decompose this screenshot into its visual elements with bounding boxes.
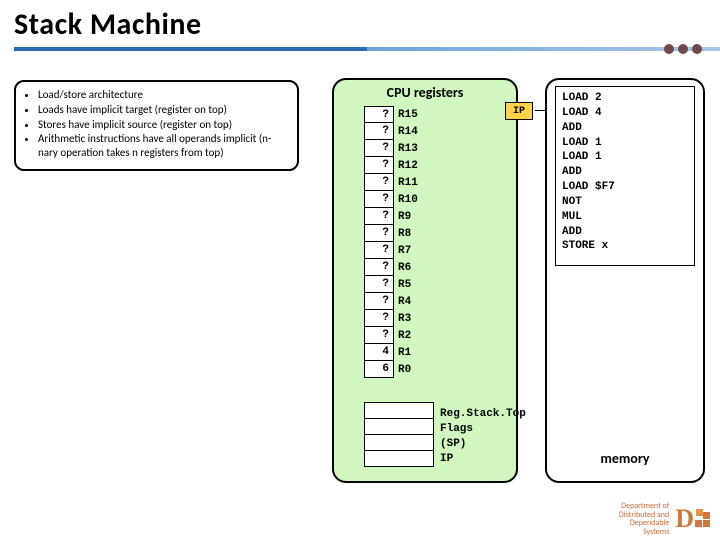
cpu-panel: CPU registers ?R15?R14?R13?R12?R11?R10?R…	[332, 78, 518, 483]
register-row: ?R15	[364, 106, 434, 123]
footer-text: Department of Distributed and Dependable…	[619, 502, 669, 536]
register-value: ?	[364, 225, 394, 242]
register-row: ?R11	[364, 174, 434, 191]
register-value: ?	[364, 191, 394, 208]
register-value: ?	[364, 208, 394, 225]
d3s-logo: D	[675, 504, 710, 534]
meta-register-labels: Reg.Stack.Top Flags (SP) IP	[440, 407, 526, 467]
register-name: R11	[394, 174, 434, 191]
register-value: 6	[364, 361, 394, 378]
meta-label: Flags	[440, 422, 526, 437]
register-name: R1	[394, 344, 434, 361]
register-row: ?R10	[364, 191, 434, 208]
register-name: R14	[394, 123, 434, 140]
register-value: ?	[364, 157, 394, 174]
bullet-item: Stores have implicit source (register on…	[38, 118, 289, 132]
register-value: 4	[364, 344, 394, 361]
bullets-list: Load/store architecture Loads have impli…	[24, 88, 289, 160]
register-name: R13	[394, 140, 434, 157]
register-row: ?R14	[364, 123, 434, 140]
ip-pointer-tag: IP	[505, 102, 533, 120]
register-value: ?	[364, 140, 394, 157]
register-name: R10	[394, 191, 434, 208]
register-row: ?R5	[364, 276, 434, 293]
register-name: R9	[394, 208, 434, 225]
register-name: R6	[394, 259, 434, 276]
memory-panel: LOAD 2 LOAD 4 ADD LOAD 1 LOAD 1 ADD LOAD…	[545, 78, 705, 483]
code-listing: LOAD 2 LOAD 4 ADD LOAD 1 LOAD 1 ADD LOAD…	[555, 86, 695, 266]
decorative-dots	[664, 44, 702, 54]
register-value: ?	[364, 242, 394, 259]
bullet-item: Load/store architecture	[38, 88, 289, 102]
register-row: ?R13	[364, 140, 434, 157]
register-value: ?	[364, 276, 394, 293]
register-row: ?R9	[364, 208, 434, 225]
register-row: ?R12	[364, 157, 434, 174]
title-rule	[14, 47, 720, 51]
register-name: R8	[394, 225, 434, 242]
meta-register-cells	[364, 402, 434, 467]
register-value: ?	[364, 310, 394, 327]
register-name: R2	[394, 327, 434, 344]
register-name: R12	[394, 157, 434, 174]
register-table: ?R15?R14?R13?R12?R11?R10?R9?R8?R7?R6?R5?…	[364, 106, 434, 378]
register-name: R7	[394, 242, 434, 259]
slide-title: Stack Machine	[0, 0, 720, 45]
bullet-item: Arithmetic instructions have all operand…	[38, 132, 289, 160]
register-name: R0	[394, 361, 434, 378]
register-value: ?	[364, 106, 394, 123]
register-row: ?R4	[364, 293, 434, 310]
register-value: ?	[364, 259, 394, 276]
register-name: R3	[394, 310, 434, 327]
register-value: ?	[364, 174, 394, 191]
register-row: ?R8	[364, 225, 434, 242]
register-value: ?	[364, 293, 394, 310]
register-value: ?	[364, 123, 394, 140]
register-name: R15	[394, 106, 434, 123]
register-row: 6R0	[364, 361, 434, 378]
register-name: R5	[394, 276, 434, 293]
register-row: ?R7	[364, 242, 434, 259]
cpu-title: CPU registers	[334, 80, 516, 103]
meta-label: (SP)	[440, 437, 526, 452]
meta-label: Reg.Stack.Top	[440, 407, 526, 422]
bullets-box: Load/store architecture Loads have impli…	[14, 80, 299, 171]
meta-label: IP	[440, 452, 526, 467]
memory-label: memory	[547, 450, 703, 467]
register-row: 4R1	[364, 344, 434, 361]
register-row: ?R6	[364, 259, 434, 276]
register-row: ?R2	[364, 327, 434, 344]
register-value: ?	[364, 327, 394, 344]
footer: Department of Distributed and Dependable…	[619, 502, 710, 536]
register-row: ?R3	[364, 310, 434, 327]
bullet-item: Loads have implicit target (register on …	[38, 103, 289, 117]
register-name: R4	[394, 293, 434, 310]
